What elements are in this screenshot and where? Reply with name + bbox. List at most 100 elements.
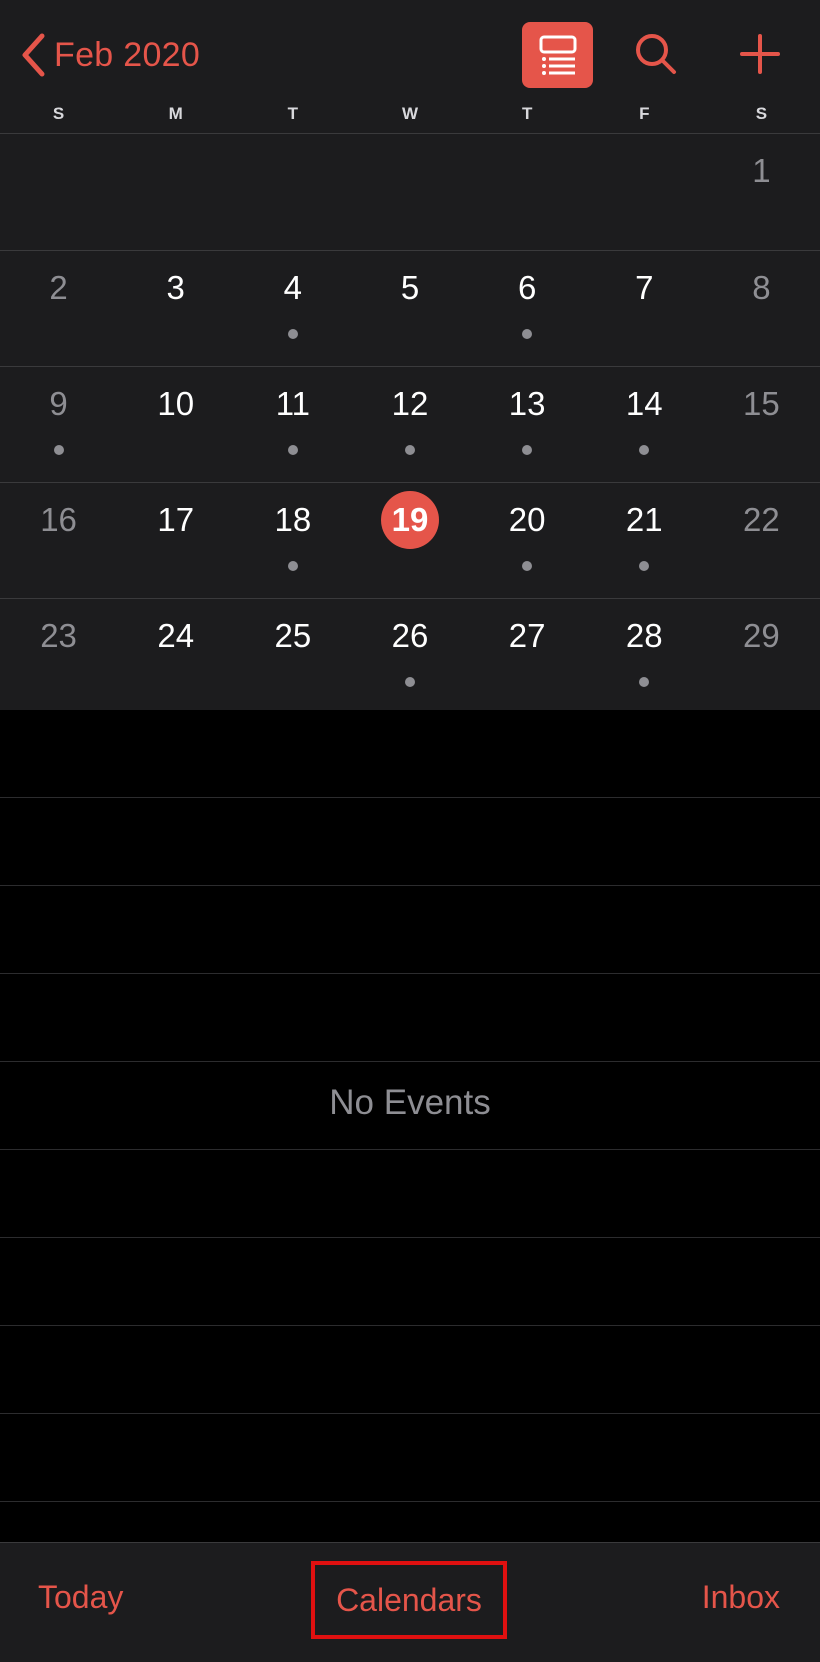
plus-icon <box>740 34 780 74</box>
week-row: 23 24 25 26 27 28 29 <box>0 598 820 714</box>
weekday-header: S M T W T F S <box>0 104 820 128</box>
day-cell[interactable]: 17 <box>117 483 234 598</box>
calendars-highlight-box: Calendars <box>311 1561 507 1639</box>
day-cell[interactable]: 1 <box>703 134 820 250</box>
event-indicator-dot <box>639 445 650 455</box>
week-row: 2 3 4 5 6 7 8 <box>0 250 820 366</box>
search-icon <box>636 34 676 74</box>
back-to-month-button[interactable]: Feb 2020 <box>18 28 200 82</box>
event-indicator-dot <box>404 677 415 687</box>
weekday-label: S <box>52 104 65 123</box>
day-cell[interactable]: 29 <box>703 599 820 714</box>
event-indicator-dot <box>287 561 298 571</box>
day-cell[interactable]: 6 <box>469 251 586 366</box>
divider <box>0 1061 820 1062</box>
weekday-label: F <box>639 104 650 123</box>
list-view-icon <box>539 35 576 75</box>
event-indicator-dot <box>639 677 650 687</box>
day-cell[interactable]: 14 <box>586 367 703 482</box>
week-row: 16 17 18 19 20 21 22 <box>0 482 820 598</box>
events-list: No Events <box>0 711 820 1542</box>
day-number: 25 <box>274 617 312 654</box>
day-number: 11 <box>275 385 310 422</box>
day-number: 29 <box>743 617 780 654</box>
day-number: 9 <box>49 385 68 422</box>
day-number: 26 <box>391 617 429 654</box>
empty-day-cell <box>469 134 586 250</box>
day-number: 28 <box>625 617 663 654</box>
tab-inbox[interactable]: Inbox <box>702 1579 780 1616</box>
event-indicator-dot <box>287 445 298 455</box>
day-cell[interactable]: 13 <box>469 367 586 482</box>
day-cell[interactable]: 20 <box>469 483 586 598</box>
list-view-button[interactable] <box>522 22 593 88</box>
day-cell[interactable]: 18 <box>234 483 351 598</box>
event-indicator-dot <box>404 445 415 455</box>
day-number: 20 <box>508 501 546 538</box>
no-events-label: No Events <box>329 1083 491 1122</box>
day-cell[interactable]: 21 <box>586 483 703 598</box>
chevron-left-icon <box>22 33 45 77</box>
weekday-label: S <box>755 104 768 123</box>
day-cell[interactable]: 25 <box>234 599 351 714</box>
event-indicator-dot <box>522 561 533 571</box>
add-event-button[interactable] <box>732 26 788 82</box>
divider <box>0 1325 820 1326</box>
empty-day-cell <box>117 134 234 250</box>
day-number: 22 <box>743 501 780 538</box>
divider <box>0 1149 820 1150</box>
day-number: 24 <box>157 617 195 654</box>
event-indicator-dot <box>287 329 298 339</box>
day-cell[interactable]: 7 <box>586 251 703 366</box>
day-cell[interactable]: 11 <box>234 367 351 482</box>
search-button[interactable] <box>628 26 684 82</box>
day-cell[interactable]: 16 <box>0 483 117 598</box>
day-number: 3 <box>166 269 185 306</box>
tab-bar: Today Calendars Inbox <box>0 1542 820 1662</box>
day-number: 15 <box>743 385 780 422</box>
empty-day-cell <box>351 134 468 250</box>
divider <box>0 1237 820 1238</box>
day-cell[interactable]: 5 <box>351 251 468 366</box>
divider <box>0 1413 820 1414</box>
day-number: 18 <box>274 501 312 538</box>
day-cell[interactable]: 12 <box>351 367 468 482</box>
day-cell[interactable]: 2 <box>0 251 117 366</box>
month-grid: 1 2 3 4 5 6 7 8 9 10 11 12 13 14 15 16 17 18 19 20 21 22 23 24 2… <box>0 134 820 710</box>
tab-today[interactable]: Today <box>38 1579 123 1616</box>
week-row: 1 <box>0 134 820 250</box>
day-cell[interactable]: 24 <box>117 599 234 714</box>
divider <box>0 1501 820 1502</box>
day-cell[interactable]: 3 <box>117 251 234 366</box>
empty-day-cell <box>586 134 703 250</box>
day-cell[interactable]: 8 <box>703 251 820 366</box>
day-number: 21 <box>625 501 663 538</box>
day-number: 12 <box>391 385 429 422</box>
day-number: 8 <box>752 269 771 306</box>
event-indicator-dot <box>639 561 650 571</box>
tab-calendars[interactable]: Calendars <box>336 1582 482 1619</box>
weekday-label: T <box>521 104 533 123</box>
day-cell[interactable]: 26 <box>351 599 468 714</box>
day-number: 10 <box>157 385 195 422</box>
today-day-number: 19 <box>380 491 439 549</box>
week-row: 9 10 11 12 13 14 15 <box>0 366 820 482</box>
event-indicator-dot <box>522 445 533 455</box>
day-cell[interactable]: 28 <box>586 599 703 714</box>
day-number: 27 <box>508 617 546 654</box>
day-number: 4 <box>283 269 303 306</box>
day-cell[interactable]: 19 <box>351 483 468 598</box>
day-cell[interactable]: 22 <box>703 483 820 598</box>
day-cell[interactable]: 4 <box>234 251 351 366</box>
day-cell[interactable]: 27 <box>469 599 586 714</box>
day-number: 17 <box>157 501 195 538</box>
event-indicator-dot <box>53 445 64 455</box>
day-number: 16 <box>40 501 77 538</box>
day-cell[interactable]: 15 <box>703 367 820 482</box>
weekday-label: W <box>401 104 419 123</box>
divider <box>0 797 820 798</box>
day-cell[interactable]: 23 <box>0 599 117 714</box>
day-cell[interactable]: 10 <box>117 367 234 482</box>
day-cell[interactable]: 9 <box>0 367 117 482</box>
day-number: 13 <box>508 385 546 422</box>
